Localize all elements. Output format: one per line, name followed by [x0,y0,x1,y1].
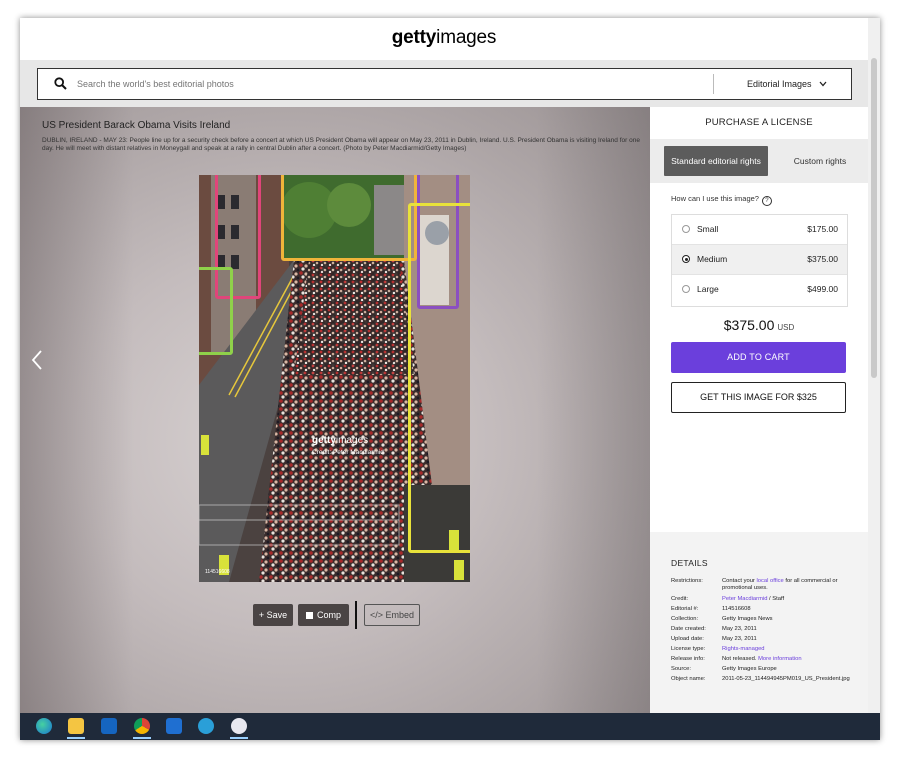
search-bar-row: Editorial Images [20,60,868,107]
chevron-left-icon [31,350,42,370]
active-app-indicator [230,737,248,739]
edge-icon[interactable] [36,718,52,734]
size-option-medium[interactable]: Medium $375.00 [672,245,847,275]
usage-question: How can I use this image?? [671,194,772,206]
license-panel: PURCHASE A LICENSE Standard editorial ri… [650,107,868,713]
more-information-link[interactable]: More information [758,656,802,662]
radio-small[interactable] [682,225,690,233]
scrollbar-thumb[interactable] [871,58,877,378]
radio-large[interactable] [682,285,690,293]
purchase-license-header: PURCHASE A LICENSE [705,117,813,128]
image-viewer: US President Barack Obama Visits Ireland… [20,107,650,713]
editorial-photo[interactable]: gettyimages Credit: Peter Macdiarmid 114… [199,175,470,582]
radio-medium[interactable] [682,255,690,263]
help-icon[interactable]: ? [761,196,772,206]
outlook-icon[interactable] [101,718,117,734]
remote-desktop-icon[interactable] [198,718,214,734]
photographer-link[interactable]: Peter Macdiarmid [722,596,767,602]
notification-app-icon[interactable] [231,718,247,734]
get-this-image-button[interactable]: GET THIS IMAGE FOR $325 [671,382,846,413]
bbox-green [199,267,233,355]
local-office-link[interactable]: local office [756,578,783,584]
search-input[interactable] [77,69,677,99]
bbox-yellow [408,203,470,553]
tab-custom-rights[interactable]: Custom rights [768,146,872,176]
chevron-down-icon [819,81,827,87]
browser-window: gettyimages Editorial Images US Presiden… [20,18,880,740]
active-app-indicator [67,737,85,739]
gettyimages-logo[interactable]: gettyimages [20,27,868,49]
bbox-orange [281,175,417,261]
size-options: Small $175.00 Medium $375.00 Large $499.… [671,214,848,307]
size-option-small[interactable]: Small $175.00 [672,215,847,245]
details-section: DETAILS Restrictions: Contact your local… [650,532,868,713]
action-separator [355,601,357,629]
comp-button[interactable]: Comp [298,604,349,626]
add-to-cart-button[interactable]: ADD TO CART [671,342,846,373]
active-app-indicator [133,737,151,739]
search-filter-dropdown[interactable]: Editorial Images [728,69,846,99]
rights-managed-link[interactable]: Rights-managed [722,646,850,653]
search-box: Editorial Images [37,68,852,100]
save-button[interactable]: + Save [253,604,293,626]
site-header: gettyimages [20,18,868,61]
search-icon[interactable] [54,77,67,90]
chrome-icon[interactable] [134,718,150,734]
tab-standard-editorial-rights[interactable]: Standard editorial rights [664,146,768,176]
watermark-credit: Credit: Peter Macdiarmid [312,449,384,456]
search-divider [713,74,714,94]
total-price: $375.00 USD [723,317,795,333]
details-title: DETAILS [671,558,708,568]
photo-id-label: 114516608 [205,569,230,575]
getty-watermark: gettyimages [312,435,369,446]
comp-icon [305,612,313,619]
image-caption: DUBLIN, IRELAND - MAY 23: People line up… [42,137,640,152]
teams-icon[interactable] [166,718,182,734]
page-scrollbar[interactable] [868,18,880,713]
size-option-large[interactable]: Large $499.00 [672,275,847,305]
file-explorer-icon[interactable] [68,718,84,734]
previous-image-arrow[interactable] [31,349,45,373]
license-tabs: Standard editorial rights Custom rights [650,139,868,183]
image-title: US President Barack Obama Visits Ireland [42,120,231,131]
windows-taskbar [20,713,880,740]
embed-button[interactable]: </> Embed [364,604,420,626]
